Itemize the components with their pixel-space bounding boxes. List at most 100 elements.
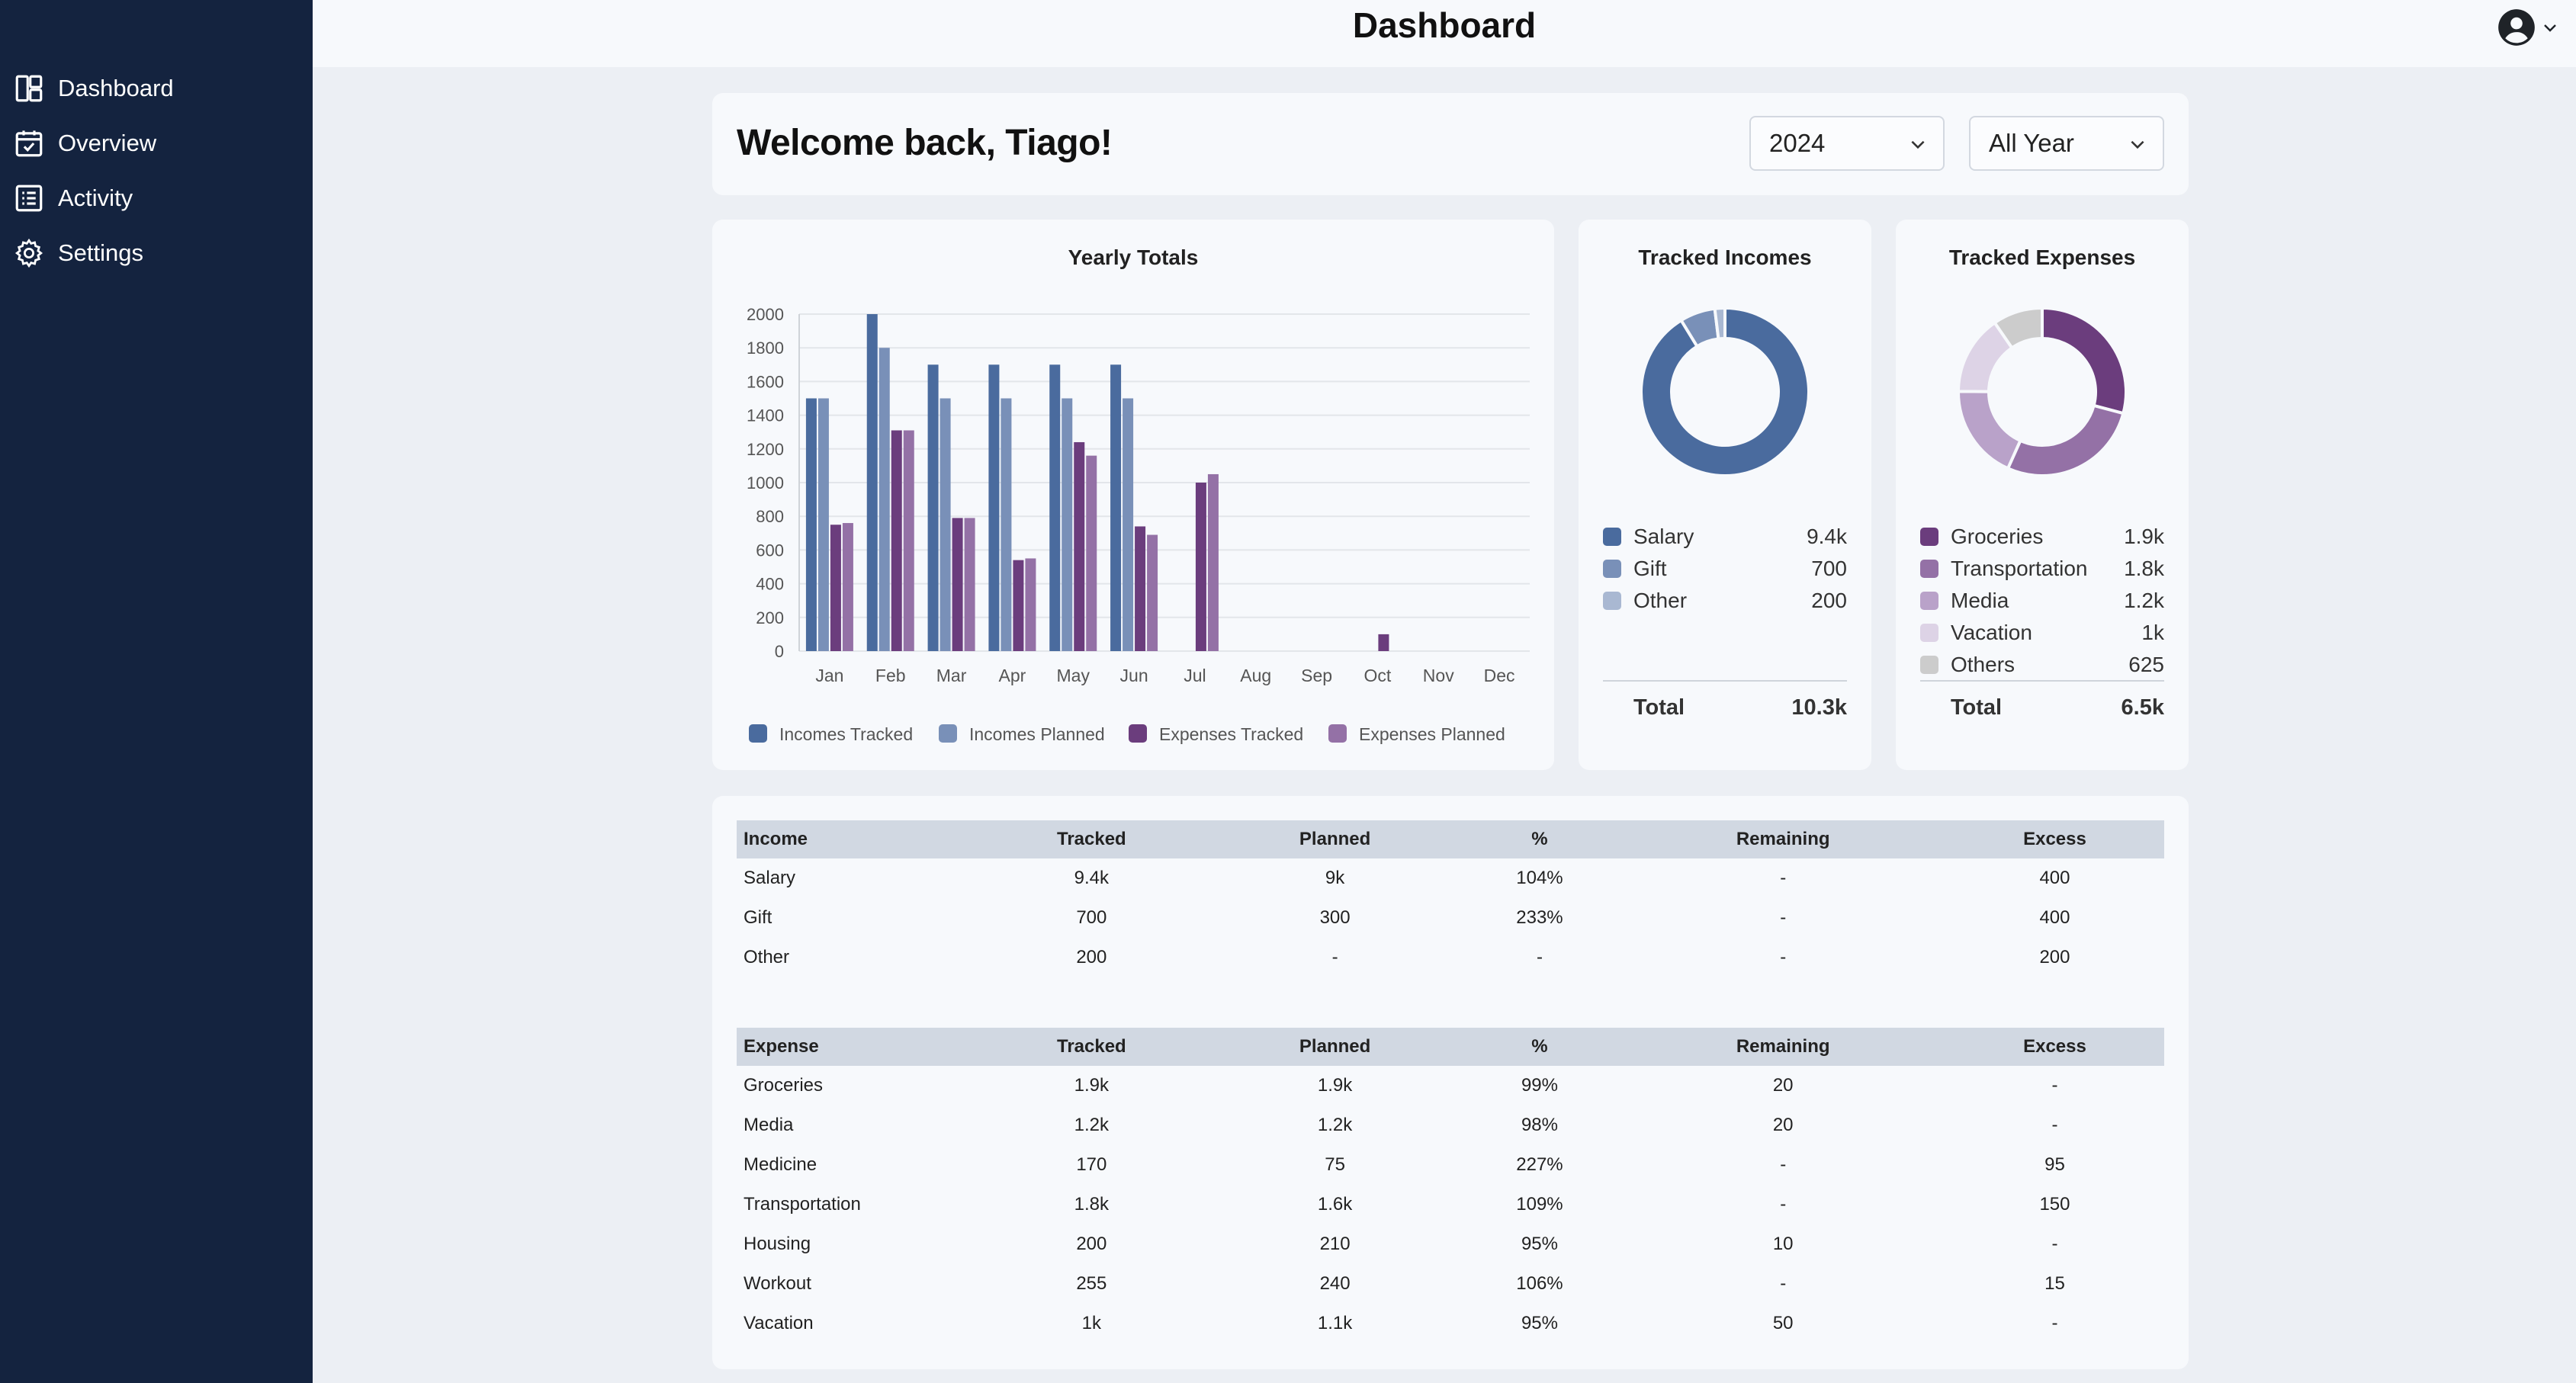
table-row: Vacation 1k 1.1k 95% 50 - <box>737 1304 2164 1343</box>
donut-slice[interactable] <box>2041 306 2128 416</box>
column-header: Remaining <box>1620 1028 1945 1066</box>
bar[interactable] <box>866 314 878 651</box>
page-title: Dashboard <box>1352 5 1537 45</box>
table-cell: Vacation <box>744 1313 814 1333</box>
tracked-incomes-title: Tracked Incomes <box>1638 245 1812 269</box>
bar[interactable] <box>878 348 890 651</box>
table-cell: 75 <box>1325 1154 1345 1175</box>
bar[interactable] <box>830 525 841 651</box>
y-tick-label: 0 <box>775 642 784 661</box>
bar[interactable] <box>903 430 914 651</box>
table-cell: 99% <box>1521 1075 1558 1096</box>
sidebar-item-activity[interactable]: Activity <box>12 175 133 221</box>
table-cell: 95% <box>1521 1234 1558 1254</box>
bar[interactable] <box>1123 398 1134 652</box>
table-row: Other 200 - - - 200 <box>737 938 2164 977</box>
bar[interactable] <box>1086 455 1097 651</box>
table-cell: 1.6k <box>1317 1194 1353 1215</box>
y-tick-label: 400 <box>756 575 784 594</box>
legend-item[interactable]: Incomes Tracked <box>749 724 913 744</box>
table-cell: 400 <box>2039 868 2070 888</box>
legend-item[interactable]: Expenses Planned <box>1328 724 1505 744</box>
bar[interactable] <box>805 398 817 652</box>
table-cell: 170 <box>1076 1154 1107 1175</box>
bar[interactable] <box>940 398 951 652</box>
tracked-expenses-card: Tracked Expenses Total 6.5k Groceries 1.9… <box>1896 220 2189 770</box>
column-header: % <box>1458 820 1621 858</box>
table-cell: 9.4k <box>1074 868 1110 888</box>
legend-label: Incomes Planned <box>969 724 1105 744</box>
column-header: Planned <box>1211 1028 1459 1066</box>
bar[interactable] <box>1147 534 1158 651</box>
table-cell: 300 <box>1319 907 1351 928</box>
period-select[interactable]: All Year <box>1969 116 2164 171</box>
legend-swatch <box>1920 624 1938 642</box>
year-select[interactable]: 2024 <box>1749 116 1945 171</box>
donut-slice[interactable] <box>1957 390 2023 471</box>
table-row: Media 1.2k 1.2k 98% 20 - <box>737 1105 2164 1145</box>
legend-swatch <box>1920 592 1938 610</box>
sidebar-item-label: Settings <box>58 239 144 266</box>
table-cell: 50 <box>1772 1313 1794 1333</box>
table-cell: - <box>1780 1154 1787 1175</box>
bar[interactable] <box>1195 483 1206 651</box>
bar[interactable] <box>1378 634 1389 651</box>
table-cell: - <box>1536 947 1543 967</box>
bar[interactable] <box>891 430 902 651</box>
bar[interactable] <box>817 398 829 652</box>
user-menu-button[interactable] <box>2497 8 2559 47</box>
yearly-totals-chart: 0 200 400 600 800 1000 1200 1400 1600 1800 2000 Jan… <box>747 305 1530 744</box>
column-header: Excess <box>1945 1028 2164 1066</box>
column-header: Expense <box>737 1028 972 1066</box>
y-tick-label: 1000 <box>747 473 784 493</box>
bar[interactable] <box>1049 364 1061 651</box>
table-row: Housing 200 210 95% 10 - <box>737 1224 2164 1264</box>
bar[interactable] <box>1025 558 1036 651</box>
table-cell: 1.1k <box>1317 1313 1353 1333</box>
table-cell: 400 <box>2039 907 2070 928</box>
legend-label: Others <box>1951 653 2016 676</box>
table-cell: 20 <box>1772 1075 1794 1096</box>
sidebar-item-overview[interactable]: Overview <box>12 120 156 166</box>
legend-label: Groceries <box>1951 525 2044 548</box>
bar[interactable] <box>1062 398 1073 652</box>
column-header: Tracked <box>972 820 1212 858</box>
list-icon <box>12 181 46 215</box>
bar[interactable] <box>1074 441 1085 651</box>
bar[interactable] <box>1110 364 1122 651</box>
chevron-down-icon <box>2544 24 2556 32</box>
sidebar-item-settings[interactable]: Settings <box>12 230 143 276</box>
bar[interactable] <box>927 364 939 651</box>
bar[interactable] <box>1013 560 1024 651</box>
table-cell: 10 <box>1772 1234 1794 1254</box>
table-cell: Medicine <box>744 1154 817 1175</box>
legend-item: Salary 9.4k <box>1603 521 1847 552</box>
table-row: Groceries 1.9k 1.9k 99% 20 - <box>737 1066 2164 1105</box>
bar[interactable] <box>988 364 1000 651</box>
y-tick-label: 1400 <box>747 406 784 425</box>
legend-item[interactable]: Expenses Tracked <box>1129 724 1303 744</box>
donut-slice[interactable] <box>2006 403 2125 477</box>
table-cell: 9k <box>1325 868 1345 888</box>
income-table: Income Tracked Planned% Remaining Excess Sala… <box>737 820 2164 977</box>
legend-swatch <box>1603 592 1621 610</box>
bar[interactable] <box>952 518 963 651</box>
bar[interactable] <box>1001 398 1012 652</box>
bar[interactable] <box>1207 473 1219 651</box>
legend-item[interactable]: Incomes Planned <box>939 724 1105 744</box>
table-cell: - <box>1780 907 1787 928</box>
chevron-down-icon <box>2131 140 2144 149</box>
legend-item: Gift 700 <box>1603 554 1847 584</box>
bar[interactable] <box>1135 526 1146 651</box>
table-cell: 95% <box>1521 1313 1558 1333</box>
legend-label: Transportation <box>1951 557 2088 580</box>
table-cell: 1.9k <box>1317 1075 1353 1096</box>
bar[interactable] <box>842 523 853 651</box>
table-cell: 1.2k <box>1074 1115 1110 1135</box>
total-label: Total <box>1633 695 1685 720</box>
sidebar-item-dashboard[interactable]: Dashboard <box>12 66 174 111</box>
table-cell: 200 <box>1076 947 1107 967</box>
table-cell: Other <box>744 947 790 967</box>
bar[interactable] <box>964 518 975 651</box>
welcome-card: Welcome back, Tiago! 2024 All Year <box>712 93 2189 195</box>
